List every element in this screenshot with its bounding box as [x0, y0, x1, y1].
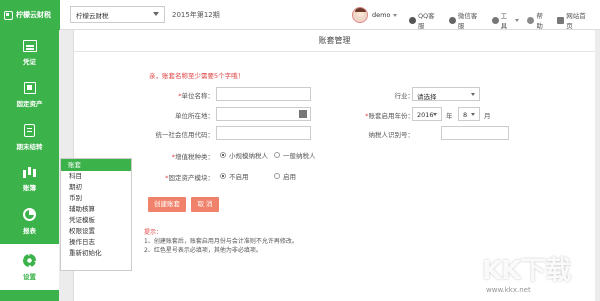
credit-code-input[interactable] [216, 126, 311, 140]
home-link[interactable]: 网站首页 [557, 10, 592, 30]
qq-service-label: QQ客服 [417, 12, 435, 30]
help-link[interactable]: 帮助 [527, 10, 549, 30]
user-menu[interactable]: demo [352, 7, 398, 23]
location-input[interactable] [216, 107, 311, 121]
radio-icon [274, 152, 280, 158]
industry-label: 行业： [394, 92, 415, 100]
app-logo[interactable]: 柠檬云财税 [0, 0, 60, 30]
company-select[interactable]: 柠檬云财税 [70, 6, 165, 23]
radio-icon [274, 173, 280, 179]
page-title: 账套管理 [74, 30, 595, 52]
industry-value: 请选择 [417, 93, 437, 101]
unit-name-label: *单位名称： [178, 92, 214, 100]
company-name: 柠檬云财税 [76, 12, 109, 20]
cancel-button[interactable]: 取 消 [191, 197, 219, 212]
tool-icon [491, 16, 499, 24]
vat-option-small-scale[interactable]: 小规模纳税人 [220, 150, 268, 160]
sidebar-item-label: 凭证 [23, 58, 36, 66]
submenu-item-subjects[interactable]: 科目 [61, 171, 131, 182]
chevron-down-icon [471, 93, 475, 96]
gear-icon [23, 253, 36, 267]
books-icon [23, 166, 36, 178]
home-icon [557, 16, 565, 24]
sidebar-item-label: 账簿 [23, 184, 36, 192]
vat-option-general[interactable]: 一般纳税人 [274, 150, 316, 160]
create-account-set-button[interactable]: 创建账套 [148, 197, 186, 212]
hints: 提示： 1、创建账套后，账套启用月份与会计准则不允许再修改。 2、红色星号表示必… [144, 228, 298, 255]
chevron-down-icon [433, 113, 437, 116]
submenu-item-operation-log[interactable]: 操作日志 [61, 237, 131, 248]
logo-text: 柠檬云财税 [16, 11, 51, 19]
chevron-down-icon [153, 12, 159, 16]
radio-checked-icon [220, 173, 226, 179]
hint-line: 1、创建账套后，账套启用月份与会计准则不允许再修改。 [144, 238, 298, 245]
industry-select[interactable]: 请选择 [412, 87, 480, 101]
start-year-value: 2016 [417, 111, 434, 119]
sidebar: 凭证 固定资产 期末结转 账簿 报表 设置 [0, 30, 59, 301]
hint-line: 2、红色星号表示必填项，其他为非必填项。 [144, 247, 262, 254]
wechat-service-label: 微信客服 [457, 12, 478, 30]
sidebar-item-reports[interactable]: 报表 [0, 200, 59, 242]
main-panel: 账套管理 亲，账套名称至少需要5个字哦！ *单位名称： 行业： 请选择 单位所在… [73, 30, 595, 301]
location-picker-icon[interactable] [299, 110, 307, 118]
settings-submenu: 账套 科目 期初 币别 辅助核算 凭证模板 权限设置 操作日志 重新初始化 [60, 158, 132, 271]
help-label: 帮助 [536, 12, 543, 30]
report-icon [23, 207, 36, 221]
submenu-item-auxiliary[interactable]: 辅助核算 [61, 204, 131, 215]
asset-option-disabled[interactable]: 不启用 [220, 171, 249, 181]
month-unit: 月 [484, 112, 491, 120]
credit-code-label: 统一社会信用代码： [155, 131, 215, 139]
sidebar-item-label: 固定资产 [16, 100, 43, 108]
top-links: QQ客服 微信客服 工具 帮助 网站首页 [409, 10, 600, 30]
sidebar-item-label: 期末结转 [16, 142, 43, 151]
home-label: 网站首页 [566, 12, 586, 30]
tools-menu[interactable]: 工具 [491, 10, 520, 30]
top-bar: 柠檬云财税 柠檬云财税 2015年第12期 demo QQ客服 微信客服 工具 … [0, 0, 600, 30]
voucher-icon [22, 40, 37, 52]
wechat-icon [448, 16, 456, 24]
help-icon [527, 16, 535, 24]
qq-icon [409, 16, 416, 24]
sidebar-item-label: 设置 [23, 272, 36, 281]
tools-label: 工具 [500, 12, 508, 30]
location-label: 单位所在地： [175, 112, 214, 120]
wechat-service-link[interactable]: 微信客服 [448, 10, 484, 30]
chevron-down-icon [471, 113, 475, 116]
current-period: 2015年第12期 [172, 11, 220, 19]
sidebar-item-label: 报表 [23, 226, 36, 235]
radio-checked-icon [220, 152, 226, 158]
start-year-select[interactable]: 2016 [412, 107, 442, 121]
logo-icon [4, 10, 13, 20]
sidebar-item-voucher[interactable]: 凭证 [0, 32, 59, 74]
vat-type-label: *增值税种类： [171, 153, 214, 161]
submenu-item-voucher-template[interactable]: 凭证模板 [61, 215, 131, 226]
period-close-icon [24, 123, 35, 137]
sidebar-item-fixed-assets[interactable]: 固定资产 [0, 74, 59, 116]
start-month-value: 8 [463, 111, 468, 119]
start-month-select[interactable]: 8 [458, 107, 480, 121]
start-period-label: *账套启用年份： [365, 112, 414, 120]
tax-number-label: 纳税人识别号： [368, 131, 415, 139]
chevron-down-icon [393, 13, 398, 17]
submenu-item-currency[interactable]: 币别 [61, 193, 131, 204]
name-length-tip: 亲，账套名称至少需要5个字哦！ [149, 72, 245, 80]
submenu-item-permissions[interactable]: 权限设置 [61, 226, 131, 237]
chevron-down-icon [515, 18, 520, 22]
submenu-item-reinitialize[interactable]: 重新初始化 [61, 248, 131, 259]
unit-name-input[interactable] [216, 87, 311, 101]
avatar [352, 7, 368, 23]
hints-title: 提示： [144, 229, 163, 236]
submenu-item-opening[interactable]: 期初 [61, 182, 131, 193]
sidebar-item-settings[interactable]: 设置 [0, 244, 59, 290]
sidebar-item-period-close[interactable]: 期末结转 [0, 116, 59, 158]
submenu-item-account-set[interactable]: 账套 [61, 159, 131, 171]
year-unit: 年 [446, 112, 453, 120]
user-name: demo [372, 11, 391, 19]
sidebar-item-books[interactable]: 账簿 [0, 158, 59, 200]
qq-service-link[interactable]: QQ客服 [409, 10, 441, 30]
asset-icon [23, 82, 36, 94]
asset-option-enabled[interactable]: 启用 [274, 171, 296, 181]
asset-module-label: *固定资产模块： [165, 174, 214, 182]
tax-number-input[interactable] [441, 126, 509, 140]
